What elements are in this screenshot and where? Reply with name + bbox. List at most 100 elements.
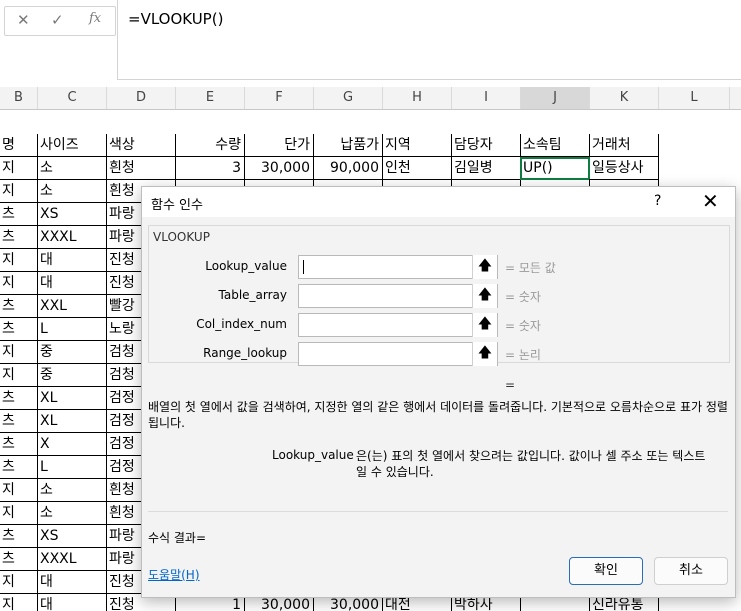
cell[interactable]: 지	[0, 594, 38, 611]
cell[interactable]: L	[37, 456, 107, 479]
arg-input-table-array[interactable]	[298, 284, 498, 308]
cell[interactable]: 츠	[0, 525, 38, 548]
arg-label: Table_array	[218, 288, 288, 302]
cell[interactable]: XL	[37, 387, 107, 410]
cell[interactable]: XL	[37, 410, 107, 433]
cell[interactable]: XS	[37, 203, 107, 226]
cell[interactable]: XXL	[37, 295, 107, 318]
cell[interactable]: 명	[0, 134, 38, 157]
cell[interactable]: 지	[0, 502, 38, 525]
cell[interactable]: 90,000	[313, 157, 383, 180]
function-arguments-dialog: 함수 인수 ? ✕ VLOOKUP Lookup_value 🡅 = 모든 값 Tab…	[141, 186, 736, 598]
collapse-dialog-icon[interactable]: 🡅	[472, 284, 497, 308]
cell[interactable]: 츠	[0, 318, 38, 341]
cell[interactable]: 소	[37, 502, 107, 525]
column-header-c[interactable]: C	[38, 87, 107, 109]
cancel-icon[interactable]: ✕	[17, 11, 30, 29]
cell[interactable]: 츠	[0, 226, 38, 249]
cell[interactable]: 30,000	[244, 157, 314, 180]
collapse-dialog-icon[interactable]: 🡅	[472, 255, 497, 279]
cell[interactable]: 소	[37, 180, 107, 203]
parameter-name: Lookup_value	[272, 448, 354, 462]
cell[interactable]: 지	[0, 364, 38, 387]
cell[interactable]: 츠	[0, 410, 38, 433]
help-button[interactable]: ?	[654, 193, 661, 209]
cell[interactable]: 일등상사	[589, 157, 659, 180]
column-header-k[interactable]: K	[590, 87, 659, 109]
cell[interactable]: L	[37, 318, 107, 341]
cell[interactable]: 거래처	[589, 134, 659, 157]
cell[interactable]: 지	[0, 341, 38, 364]
arg-input-range-lookup[interactable]	[298, 342, 498, 366]
cell[interactable]: 츠	[0, 387, 38, 410]
parameter-description: 은(는) 표의 첫 열에서 찾으려는 값입니다. 값이나 셀 주소 또는 텍스트…	[356, 449, 706, 479]
cell[interactable]: 담당자	[451, 134, 521, 157]
cell[interactable]: 사이즈	[37, 134, 107, 157]
cell[interactable]: 대	[37, 272, 107, 295]
cell[interactable]: 중	[37, 341, 107, 364]
arg-label: Lookup_value	[205, 259, 287, 273]
cell[interactable]: 소속팀	[520, 134, 590, 157]
column-header-d[interactable]: D	[107, 87, 176, 109]
arg-input-lookup-value[interactable]	[298, 255, 498, 279]
close-icon[interactable]: ✕	[702, 189, 719, 213]
arg-result: = 논리	[505, 348, 541, 362]
cell[interactable]: XS	[37, 525, 107, 548]
collapse-dialog-icon[interactable]: 🡅	[472, 342, 497, 366]
cell[interactable]: 츠	[0, 203, 38, 226]
cell[interactable]: 색상	[106, 134, 176, 157]
cell[interactable]: 지	[0, 571, 38, 594]
cell[interactable]: XXXL	[37, 548, 107, 571]
formula-bar: ✕ ✓ fx =VLOOKUP()	[0, 0, 741, 80]
divider	[148, 511, 728, 512]
cell[interactable]: 수량	[175, 134, 245, 157]
cell[interactable]: 지	[0, 249, 38, 272]
fx-icon[interactable]: fx	[89, 11, 101, 26]
cell[interactable]: 대	[37, 594, 107, 611]
cell[interactable]: UP()	[520, 157, 590, 180]
function-description: 배열의 첫 열에서 값을 검색하여, 지정한 열의 같은 행에서 데이터를 돌려…	[148, 400, 728, 430]
formula-bar-controls: ✕ ✓ fx	[4, 6, 116, 36]
enter-icon[interactable]: ✓	[51, 11, 64, 29]
cell[interactable]: 인천	[382, 157, 452, 180]
cell[interactable]: 납품가	[313, 134, 383, 157]
cell[interactable]: 츠	[0, 295, 38, 318]
cell[interactable]: 소	[37, 479, 107, 502]
column-header-l[interactable]: L	[659, 87, 730, 109]
column-header-e[interactable]: E	[176, 87, 245, 109]
cell[interactable]: 츠	[0, 456, 38, 479]
cell[interactable]: 단가	[244, 134, 314, 157]
cancel-button[interactable]: 취소	[654, 557, 728, 585]
cell[interactable]: 흰청	[106, 157, 176, 180]
cell[interactable]: 지	[0, 157, 38, 180]
cell[interactable]: 3	[175, 157, 245, 180]
overall-result-equals: =	[505, 378, 516, 392]
formula-input[interactable]: =VLOOKUP()	[128, 10, 223, 28]
cell[interactable]: X	[37, 433, 107, 456]
cell[interactable]: 중	[37, 364, 107, 387]
column-header-g[interactable]: G	[314, 87, 383, 109]
cell[interactable]: 지	[0, 180, 38, 203]
cell[interactable]: 츠	[0, 548, 38, 571]
ok-button[interactable]: 확인	[569, 557, 643, 585]
cell[interactable]: 지	[0, 272, 38, 295]
column-header-f[interactable]: F	[245, 87, 314, 109]
arg-label: Col_index_num	[196, 317, 287, 331]
cell[interactable]: 대	[37, 249, 107, 272]
column-header-h[interactable]: H	[383, 87, 452, 109]
arg-result: = 숫자	[505, 290, 541, 304]
help-link[interactable]: 도움말(H)	[148, 566, 200, 583]
cell[interactable]: 소	[37, 157, 107, 180]
dialog-title: 함수 인수	[151, 198, 203, 213]
column-header-i[interactable]: I	[452, 87, 521, 109]
column-header-b[interactable]: B	[0, 87, 38, 109]
cell[interactable]: 츠	[0, 433, 38, 456]
arg-input-col-index-num[interactable]	[298, 313, 498, 337]
cell[interactable]: 대	[37, 571, 107, 594]
collapse-dialog-icon[interactable]: 🡅	[472, 313, 497, 337]
cell[interactable]: 지역	[382, 134, 452, 157]
cell[interactable]: 김일병	[451, 157, 521, 180]
column-header-j[interactable]: J	[521, 87, 590, 109]
cell[interactable]: XXXL	[37, 226, 107, 249]
cell[interactable]: 지	[0, 479, 38, 502]
